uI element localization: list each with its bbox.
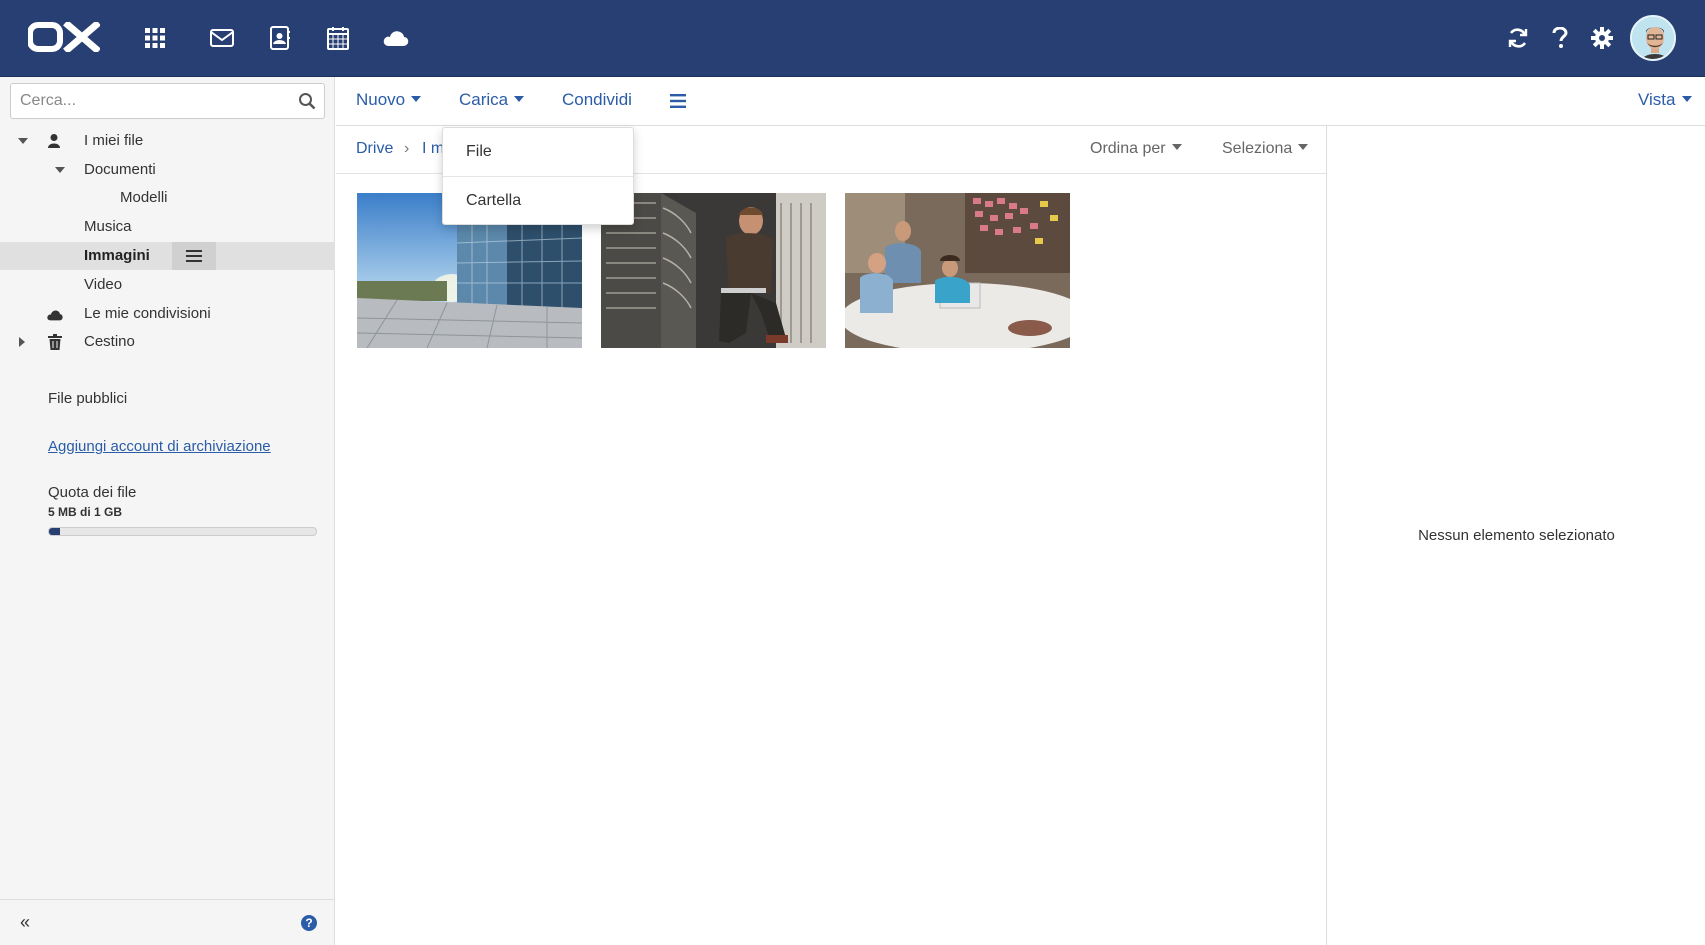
app-launcher-icon[interactable] (141, 24, 169, 52)
view-button[interactable]: Vista (1638, 90, 1692, 110)
image-thumbnail-server-room[interactable] (601, 193, 826, 348)
add-storage-account-link[interactable]: Aggiungi account di archiviazione (48, 438, 271, 455)
public-files-link[interactable]: File pubblici (48, 390, 127, 407)
contacts-icon[interactable] (266, 24, 294, 52)
collapse-sidebar-button[interactable]: « (20, 913, 30, 931)
settings-icon[interactable] (1588, 24, 1616, 52)
tree-label-templates: Modelli (120, 189, 168, 206)
quota-text: 5 MB di 1 GB (48, 505, 123, 519)
hamburger-icon (670, 94, 686, 108)
tree-item-trash[interactable]: Cestino (0, 328, 335, 356)
new-button[interactable]: Nuovo (356, 90, 422, 110)
main-toolbar: Nuovo Carica Condividi Vista (336, 77, 1705, 126)
more-actions-button[interactable] (670, 93, 686, 113)
tree-label-video: Video (84, 276, 123, 293)
select-label: Seleziona (1222, 140, 1293, 157)
user-avatar[interactable] (1630, 15, 1676, 61)
trash-icon (48, 334, 62, 350)
caret-down-icon (1298, 144, 1309, 150)
mail-icon[interactable] (208, 24, 236, 52)
search-box (10, 83, 325, 119)
breadcrumb-current[interactable]: I m (422, 140, 444, 158)
quota-title: Quota dei file (48, 484, 137, 501)
tree-label-my-shares: Le mie condivisioni (84, 305, 211, 322)
upload-button-label: Carica (459, 90, 509, 109)
breadcrumb-drive[interactable]: Drive (356, 140, 393, 158)
refresh-icon[interactable] (1504, 24, 1532, 52)
upload-dropdown-menu: File Cartella (442, 127, 634, 225)
drive-cloud-icon[interactable] (382, 24, 410, 52)
tree-item-my-shares[interactable]: Le mie condivisioni (0, 300, 335, 328)
top-bar (0, 0, 1705, 77)
no-selection-message: Nessun elemento selezionato (1418, 527, 1615, 544)
search-input[interactable] (20, 84, 280, 118)
new-button-label: Nuovo (356, 90, 406, 109)
sort-by-label: Ordina per (1090, 140, 1166, 157)
image-thumbnail-team-meeting[interactable] (845, 193, 1070, 348)
tree-item-templates[interactable]: Modelli (0, 184, 335, 212)
upload-folder-menu-item[interactable]: Cartella (443, 177, 633, 225)
upload-file-menu-item[interactable]: File (443, 128, 633, 176)
tree-label-my-files: I miei file (84, 132, 144, 149)
sort-by-button[interactable]: Ordina per (1090, 140, 1182, 158)
select-button[interactable]: Seleziona (1222, 140, 1309, 158)
tree-label-documents: Documenti (84, 161, 156, 178)
tree-label-trash: Cestino (84, 333, 135, 350)
upload-button[interactable]: Carica (459, 90, 525, 110)
sidebar: I miei file Documenti Modelli Musica Imm… (0, 77, 335, 945)
tree-item-music[interactable]: Musica (0, 213, 335, 241)
tree-item-video[interactable]: Video (0, 271, 335, 299)
search-icon[interactable] (298, 92, 316, 110)
cloud-icon (47, 310, 63, 321)
caret-down-icon (1681, 96, 1692, 102)
caret-down-icon (1171, 144, 1182, 150)
sidebar-footer: « ? (0, 899, 335, 945)
folder-menu-button[interactable] (172, 242, 216, 270)
quota-bar (48, 527, 317, 536)
tree-item-documents[interactable]: Documenti (0, 156, 335, 184)
caret-right-icon[interactable] (16, 336, 28, 348)
caret-down-icon[interactable] (54, 164, 66, 176)
tree-label-music: Musica (84, 218, 132, 235)
share-button[interactable]: Condividi (562, 90, 632, 110)
view-button-label: Vista (1638, 90, 1676, 109)
detail-pane: Nessun elemento selezionato (1326, 126, 1705, 945)
caret-down-icon[interactable] (17, 135, 29, 147)
caret-down-icon (411, 96, 422, 102)
ox-logo[interactable] (28, 22, 100, 52)
quota-bar-fill (49, 528, 60, 535)
calendar-icon[interactable] (324, 24, 352, 52)
caret-down-icon (514, 96, 525, 102)
user-icon (48, 134, 60, 148)
help-icon[interactable] (1546, 24, 1574, 52)
help-circle-icon[interactable]: ? (301, 915, 317, 931)
tree-label-pictures: Immagini (84, 247, 150, 264)
breadcrumb-separator: › (404, 140, 410, 157)
tree-item-my-files[interactable]: I miei file (0, 127, 335, 155)
hamburger-icon (186, 250, 202, 262)
tree-item-pictures[interactable]: Immagini (0, 242, 335, 270)
